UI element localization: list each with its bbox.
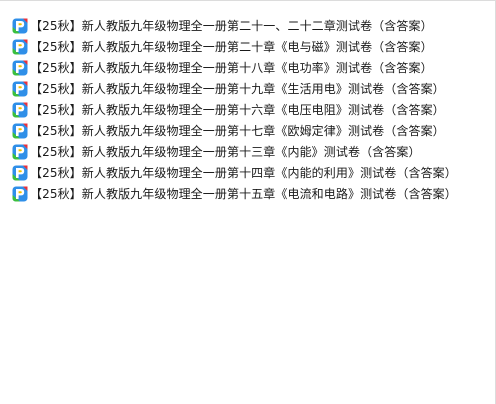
pdf-document-icon — [12, 186, 28, 202]
file-name: 【25秋】新人教版九年级物理全一册第十九章《生活用电》测试卷（含答案） — [30, 81, 445, 96]
pdf-document-icon — [12, 81, 28, 97]
file-item[interactable]: 【25秋】新人教版九年级物理全一册第十六章《电压电阻》测试卷（含答案） — [12, 99, 457, 120]
file-name: 【25秋】新人教版九年级物理全一册第二十一、二十二章测试卷（含答案） — [30, 18, 433, 33]
file-item[interactable]: 【25秋】新人教版九年级物理全一册第二十一、二十二章测试卷（含答案） — [12, 15, 457, 36]
file-item[interactable]: 【25秋】新人教版九年级物理全一册第二十章《电与磁》测试卷（含答案） — [12, 36, 457, 57]
pdf-document-icon — [12, 123, 28, 139]
file-name: 【25秋】新人教版九年级物理全一册第十六章《电压电阻》测试卷（含答案） — [30, 102, 445, 117]
pdf-document-icon — [12, 165, 28, 181]
pdf-document-icon — [12, 144, 28, 160]
file-name: 【25秋】新人教版九年级物理全一册第十七章《欧姆定律》测试卷（含答案） — [30, 123, 445, 138]
file-name: 【25秋】新人教版九年级物理全一册第十五章《电流和电路》测试卷（含答案） — [30, 186, 457, 201]
file-name: 【25秋】新人教版九年级物理全一册第二十章《电与磁》测试卷（含答案） — [30, 39, 433, 54]
file-list: 【25秋】新人教版九年级物理全一册第二十一、二十二章测试卷（含答案） 【25秋】… — [12, 15, 457, 204]
pdf-document-icon — [12, 60, 28, 76]
pdf-document-icon — [12, 18, 28, 34]
file-item[interactable]: 【25秋】新人教版九年级物理全一册第十四章《内能的利用》测试卷（含答案） — [12, 162, 457, 183]
file-item[interactable]: 【25秋】新人教版九年级物理全一册第十八章《电功率》测试卷（含答案） — [12, 57, 457, 78]
file-name: 【25秋】新人教版九年级物理全一册第十三章《内能》测试卷（含答案） — [30, 144, 421, 159]
file-list-pane: 【25秋】新人教版九年级物理全一册第二十一、二十二章测试卷（含答案） 【25秋】… — [0, 0, 496, 404]
pdf-document-icon — [12, 39, 28, 55]
file-item[interactable]: 【25秋】新人教版九年级物理全一册第十三章《内能》测试卷（含答案） — [12, 141, 457, 162]
file-name: 【25秋】新人教版九年级物理全一册第十四章《内能的利用》测试卷（含答案） — [30, 165, 457, 180]
file-item[interactable]: 【25秋】新人教版九年级物理全一册第十九章《生活用电》测试卷（含答案） — [12, 78, 457, 99]
file-name: 【25秋】新人教版九年级物理全一册第十八章《电功率》测试卷（含答案） — [30, 60, 433, 75]
file-item[interactable]: 【25秋】新人教版九年级物理全一册第十七章《欧姆定律》测试卷（含答案） — [12, 120, 457, 141]
pdf-document-icon — [12, 102, 28, 118]
file-item[interactable]: 【25秋】新人教版九年级物理全一册第十五章《电流和电路》测试卷（含答案） — [12, 183, 457, 204]
